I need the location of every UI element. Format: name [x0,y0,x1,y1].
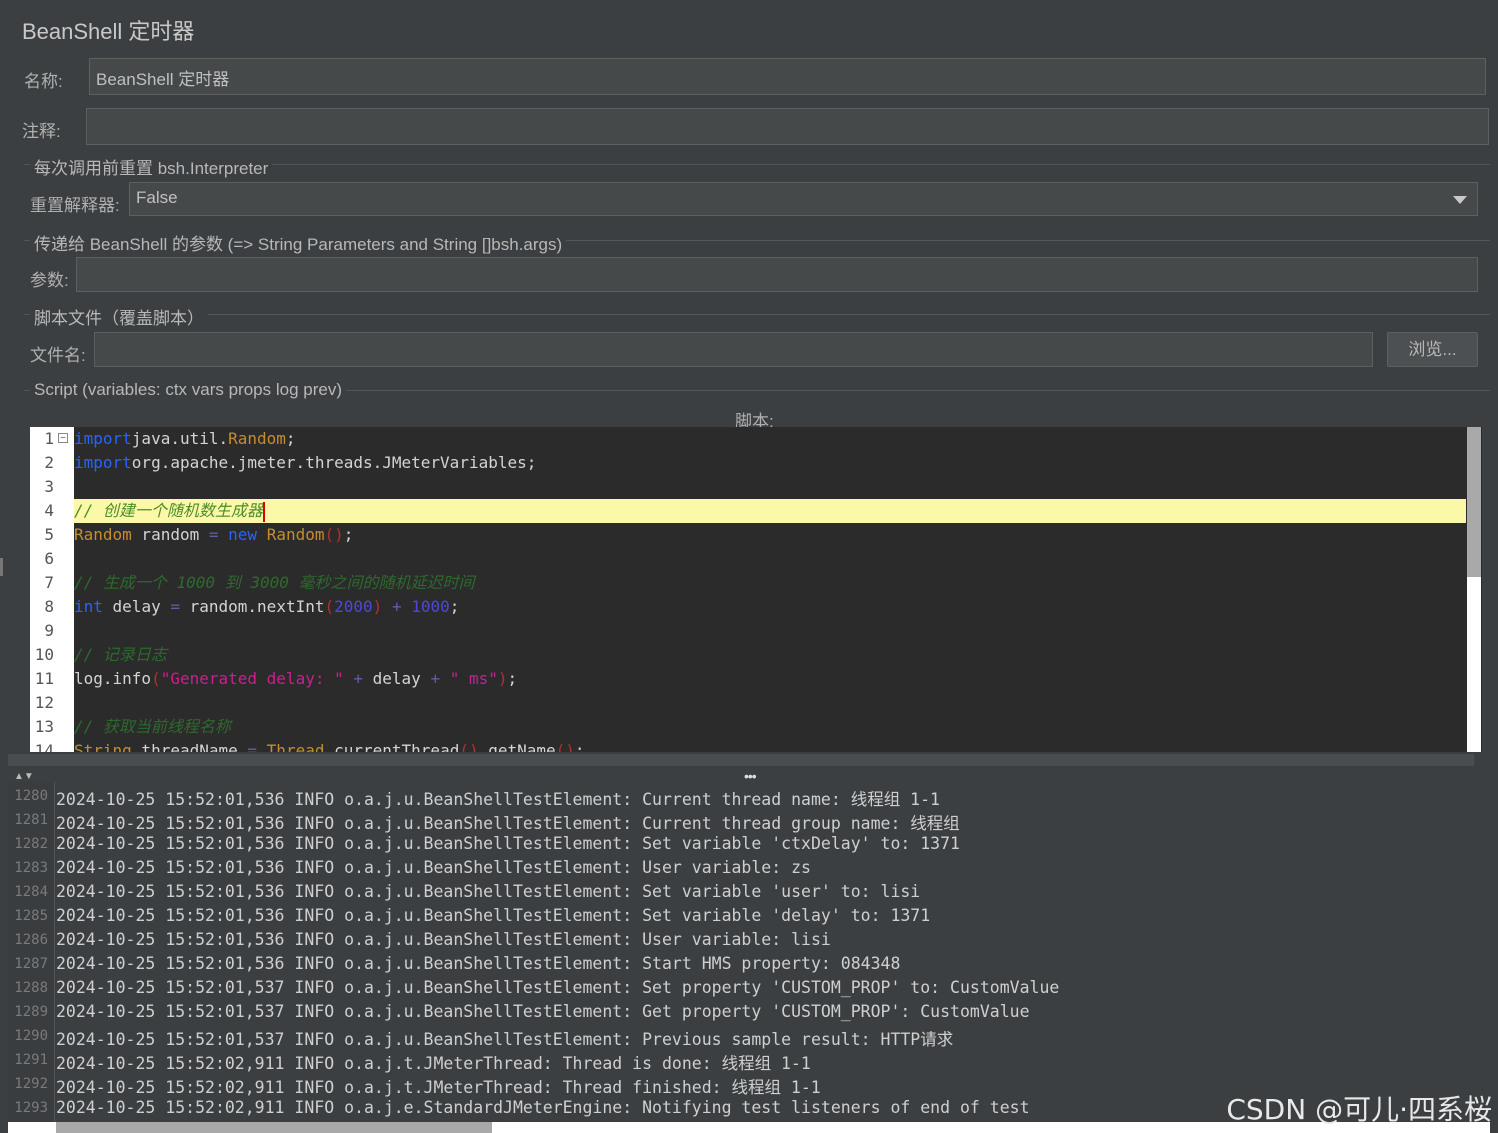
filename-field[interactable] [94,332,1373,367]
log-line-number: 1289 [8,1004,48,1020]
current-line-highlight [74,499,1466,523]
editor-horizontal-scrollbar[interactable] [8,754,1474,766]
params-group-title: 传递给 BeanShell 的参数 (=> String Parameters … [30,230,566,255]
log-line: 2024-10-25 15:52:01,537 INFO o.a.j.u.Bea… [56,1002,1030,1021]
name-field[interactable]: BeanShell 定时器 [89,58,1486,95]
log-scroll-thumb[interactable] [56,1122,492,1133]
reset-selected-value: False [136,188,178,207]
chevron-down-icon[interactable] [1453,196,1467,204]
file-group-divider [24,314,1490,315]
line-number: 11 [30,669,54,688]
params-label: 参数: [30,266,69,291]
line-number: 10 [30,645,54,664]
log-line: 2024-10-25 15:52:01,536 INFO o.a.j.u.Bea… [56,906,930,925]
reset-group-title: 每次调用前重置 bsh.Interpreter [30,154,272,179]
line-number: 2 [30,453,54,472]
fold-minus-icon[interactable]: − [58,433,68,443]
reset-interpreter-select[interactable]: False [129,182,1478,216]
log-line-number: 1293 [8,1100,48,1116]
line-number: 14 [30,741,54,752]
log-line: 2024-10-25 15:52:01,536 INFO o.a.j.u.Bea… [56,954,900,973]
log-line-number: 1280 [8,788,48,804]
log-line-number: 1286 [8,932,48,948]
code-line[interactable]: Random random = new Random(); [74,523,353,547]
comment-field[interactable] [86,108,1489,145]
log-gutter [8,782,55,1122]
line-number: 3 [30,477,54,496]
log-line-number: 1290 [8,1028,48,1044]
line-number: 8 [30,597,54,616]
log-line-number: 1282 [8,836,48,852]
log-line-number: 1288 [8,980,48,996]
side-handle-icon[interactable] [0,558,3,576]
log-line: 2024-10-25 15:52:02,911 INFO o.a.j.t.JMe… [56,1050,811,1074]
code-line[interactable]: // 创建一个随机数生成器 [74,499,265,523]
log-line: 2024-10-25 15:52:01,536 INFO o.a.j.u.Bea… [56,858,811,877]
reset-label: 重置解释器: [30,191,120,216]
log-line: 2024-10-25 15:52:01,537 INFO o.a.j.u.Bea… [56,978,1059,997]
line-number: 6 [30,549,54,568]
log-line: 2024-10-25 15:52:01,537 INFO o.a.j.u.Bea… [56,1026,953,1050]
log-line: 2024-10-25 15:52:01,536 INFO o.a.j.u.Bea… [56,810,960,834]
log-line: 2024-10-25 15:52:02,911 INFO o.a.j.t.JMe… [56,1074,821,1098]
code-line[interactable]: // 记录日志 [74,643,167,667]
watermark: CSDN @可儿·四系桜 [1226,1088,1492,1128]
text-cursor [263,502,265,522]
line-number: 12 [30,693,54,712]
log-line: 2024-10-25 15:52:01,536 INFO o.a.j.u.Bea… [56,882,920,901]
code-line[interactable]: // 生成一个 1000 到 3000 毫秒之间的随机延迟时间 [74,571,475,595]
script-editor[interactable]: 1−importjava.util.Random; 2 importorg.apac… [30,427,1482,752]
line-number: 5 [30,525,54,544]
script-group-title: Script (variables: ctx vars props log pr… [30,380,346,400]
line-number: 4 [30,501,54,520]
line-number: 1 [30,429,54,448]
log-line-number: 1283 [8,860,48,876]
log-line-number: 1292 [8,1076,48,1092]
params-field[interactable] [76,257,1478,292]
code-line[interactable]: log.info("Generated delay: " + delay + "… [74,667,517,691]
editor-scroll-thumb[interactable] [1467,427,1481,577]
code-line[interactable]: int delay = random.nextInt(2000) + 1000; [74,595,459,619]
log-line: 2024-10-25 15:52:01,536 INFO o.a.j.u.Bea… [56,834,960,853]
log-panel[interactable]: 1280 2024-10-25 15:52:01,536 INFO o.a.j.u… [8,782,1490,1122]
log-line-number: 1281 [8,812,48,828]
log-line-number: 1285 [8,908,48,924]
log-line: 2024-10-25 15:52:02,911 INFO o.a.j.e.Sta… [56,1098,1030,1117]
code-line[interactable]: importorg.apache.jmeter.threads.JMeterVa… [74,451,536,475]
line-number: 13 [30,717,54,736]
log-line: 2024-10-25 15:52:01,536 INFO o.a.j.u.Bea… [56,786,940,810]
log-line: 2024-10-25 15:52:01,536 INFO o.a.j.u.Bea… [56,930,831,949]
code-line[interactable]: importjava.util.Random; [74,427,296,451]
file-group-title: 脚本文件（覆盖脚本） [30,304,208,329]
line-number: 9 [30,621,54,640]
log-line-number: 1284 [8,884,48,900]
comment-label: 注释: [22,117,61,142]
panel-title: BeanShell 定时器 [22,14,194,46]
log-line-number: 1291 [8,1052,48,1068]
log-line-number: 1287 [8,956,48,972]
name-label: 名称: [24,67,63,92]
line-number: 7 [30,573,54,592]
collapse-arrows-icon[interactable]: ▲▼ [14,771,34,782]
code-line[interactable]: // 获取当前线程名称 [74,715,231,739]
code-line[interactable]: String threadName = Thread.currentThread… [74,739,585,752]
filename-label: 文件名: [30,341,86,366]
browse-button[interactable]: 浏览... [1387,332,1478,367]
